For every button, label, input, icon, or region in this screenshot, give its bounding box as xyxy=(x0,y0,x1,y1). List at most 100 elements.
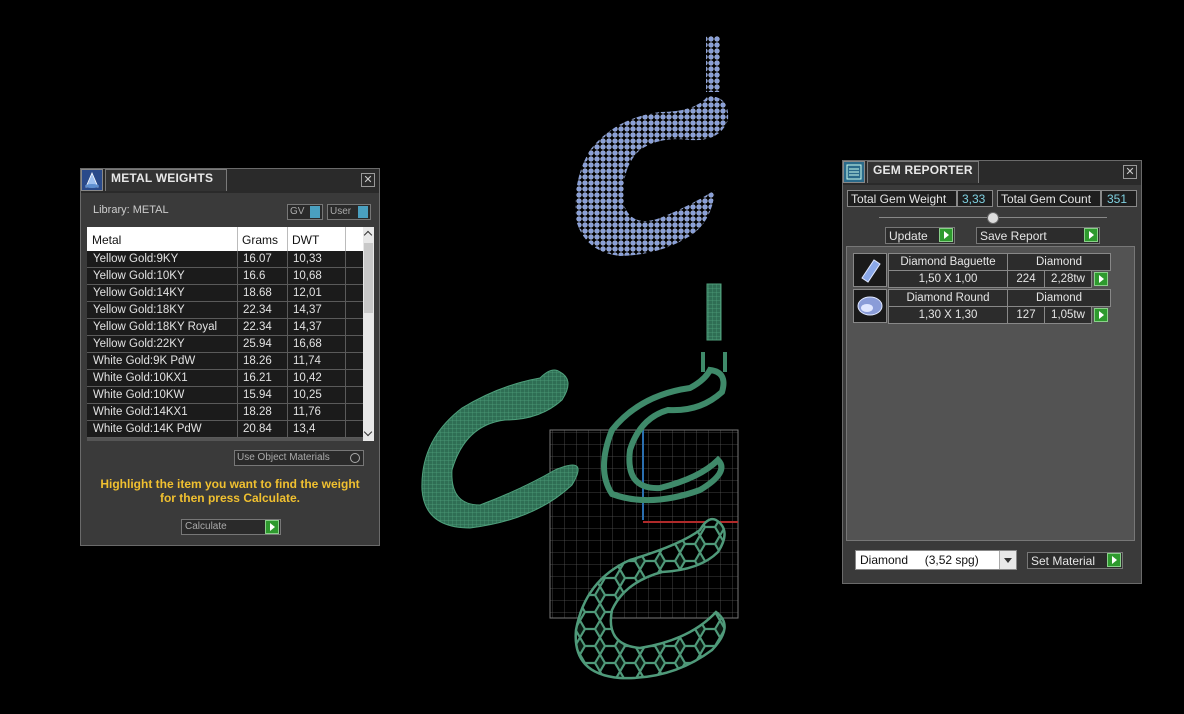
cell-grams: 18.68 xyxy=(243,287,272,299)
play-arrow-icon xyxy=(265,520,279,534)
cell-metal: Yellow Gold:10KY xyxy=(93,270,185,282)
cell-grams: 16.21 xyxy=(243,372,272,384)
cell-dwt: 10,42 xyxy=(293,372,322,384)
cell-grams: 22.34 xyxy=(243,321,272,333)
cell-grams: 18.26 xyxy=(243,355,272,367)
total-gem-count-value: 351 xyxy=(1101,190,1137,207)
update-button[interactable]: Update xyxy=(885,227,955,244)
table-row[interactable]: White Gold:10KX1 16.21 10,42 xyxy=(87,370,363,387)
play-arrow-icon[interactable] xyxy=(1094,308,1108,322)
play-arrow-icon xyxy=(1084,228,1098,242)
table-row-partial xyxy=(87,438,363,441)
dropdown-arrow-icon[interactable] xyxy=(999,551,1016,569)
rendered-pendant-model[interactable] xyxy=(575,36,729,256)
gem-reporter-title: GEM REPORTER xyxy=(873,163,973,177)
cell-grams: 25.94 xyxy=(243,338,272,350)
use-object-materials-toggle[interactable]: Use Object Materials xyxy=(234,450,364,466)
table-row[interactable]: White Gold:9K PdW 18.26 11,74 xyxy=(87,353,363,370)
table-row[interactable]: Yellow Gold:14KY 18.68 12,01 xyxy=(87,285,363,302)
cell-metal: White Gold:9K PdW xyxy=(93,355,196,367)
radio-icon xyxy=(350,453,360,463)
cell-dwt: 16,68 xyxy=(293,338,322,350)
cell-metal: White Gold:10KX1 xyxy=(93,372,188,384)
table-row[interactable]: Yellow Gold:9KY 16.07 10,33 xyxy=(87,251,363,268)
cell-dwt: 12,01 xyxy=(293,287,322,299)
metal-weights-title: METAL WEIGHTS xyxy=(111,171,214,185)
gem-material: Diamond xyxy=(1007,253,1111,271)
size-slider-handle[interactable] xyxy=(987,212,999,224)
table-row[interactable]: Yellow Gold:10KY 16.6 10,68 xyxy=(87,268,363,285)
cell-grams: 16.6 xyxy=(243,270,266,282)
library-label: Library: METAL xyxy=(93,204,169,216)
table-row[interactable]: White Gold:10KW 15.94 10,25 xyxy=(87,387,363,404)
cell-metal: Yellow Gold:14KY xyxy=(93,287,185,299)
viewport-3d[interactable] xyxy=(380,0,840,714)
cell-metal: Yellow Gold:18KY Royal xyxy=(93,321,218,333)
table-row[interactable]: Yellow Gold:18KY Royal 22.34 14,37 xyxy=(87,319,363,336)
cell-dwt: 10,25 xyxy=(293,389,322,401)
cell-metal: White Gold:10KW xyxy=(93,389,185,401)
round-gem-icon xyxy=(853,289,887,323)
gem-reporter-logo-icon xyxy=(843,161,865,183)
gem-list[interactable]: Diamond Baguette Diamond 1,50 X 1,00 224… xyxy=(846,246,1135,541)
table-row[interactable]: Yellow Gold:22KY 25.94 16,68 xyxy=(87,336,363,353)
play-arrow-icon xyxy=(1107,553,1121,567)
toggle-icon xyxy=(310,206,320,218)
baguette-gem-icon xyxy=(853,253,887,287)
scroll-thumb[interactable] xyxy=(364,243,373,313)
material-select[interactable]: Diamond (3,52 spg) xyxy=(855,550,1017,570)
save-report-button[interactable]: Save Report xyxy=(976,227,1100,244)
gem-name: Diamond Baguette xyxy=(888,253,1008,271)
gem-material: Diamond xyxy=(1007,289,1111,307)
cell-metal: Yellow Gold:18KY xyxy=(93,304,185,316)
cell-dwt: 14,37 xyxy=(293,321,322,333)
metal-table-scrollbar[interactable] xyxy=(363,227,374,441)
total-gem-weight-label-box: Total Gem Weight xyxy=(847,190,957,207)
close-icon[interactable]: ✕ xyxy=(1123,165,1137,179)
gem-size: 1,30 X 1,30 xyxy=(888,306,1008,324)
chevron-up-icon[interactable] xyxy=(363,230,373,240)
metal-weights-logo-icon xyxy=(81,169,103,191)
cell-grams: 20.84 xyxy=(243,423,272,435)
table-row[interactable]: White Gold:14K PdW 20.84 13,4 xyxy=(87,421,363,438)
cell-dwt: 10,33 xyxy=(293,253,322,265)
gem-row-baguette[interactable]: Diamond Baguette Diamond 1,50 X 1,00 224… xyxy=(853,253,1113,288)
metal-table[interactable]: Metal Grams DWT Yellow Gold:9KY 16.07 10,3… xyxy=(87,227,374,441)
total-gem-weight-value: 3,33 xyxy=(957,190,993,207)
cell-grams: 22.34 xyxy=(243,304,272,316)
user-toggle[interactable]: User xyxy=(327,204,371,220)
cell-grams: 16.07 xyxy=(243,253,272,265)
column-header-dwt[interactable]: DWT xyxy=(292,233,319,247)
gem-count: 127 xyxy=(1007,306,1045,324)
toggle-icon xyxy=(358,206,368,218)
gem-reporter-panel: GEM REPORTER ✕ Total Gem Weight 3,33 Tot… xyxy=(842,160,1142,584)
cell-dwt: 10,68 xyxy=(293,270,322,282)
table-row[interactable]: White Gold:14KX1 18.28 11,76 xyxy=(87,404,363,421)
calculate-button[interactable]: Calculate xyxy=(181,519,281,535)
metal-table-header: Metal Grams DWT xyxy=(87,227,363,251)
set-material-button[interactable]: Set Material xyxy=(1027,552,1123,569)
cell-grams: 15.94 xyxy=(243,389,272,401)
chevron-down-icon[interactable] xyxy=(363,427,373,437)
cell-dwt: 11,76 xyxy=(293,406,321,418)
play-arrow-icon[interactable] xyxy=(1094,272,1108,286)
total-gem-count-label-box: Total Gem Count xyxy=(997,190,1101,207)
gv-toggle[interactable]: GV xyxy=(287,204,323,220)
gem-row-round[interactable]: Diamond Round Diamond 1,30 X 1,30 127 1,… xyxy=(853,289,1113,324)
cell-dwt: 11,74 xyxy=(293,355,321,367)
gem-weight: 2,28tw xyxy=(1044,270,1092,288)
gem-size: 1,50 X 1,00 xyxy=(888,270,1008,288)
cell-grams: 18.28 xyxy=(243,406,272,418)
metal-weights-panel: METAL WEIGHTS ✕ Library: METAL GV User M… xyxy=(80,168,380,546)
close-icon[interactable]: ✕ xyxy=(361,173,375,187)
cell-metal: Yellow Gold:9KY xyxy=(93,253,179,265)
gem-count: 224 xyxy=(1007,270,1045,288)
gem-weight: 1,05tw xyxy=(1044,306,1092,324)
column-header-grams[interactable]: Grams xyxy=(242,233,278,247)
table-row[interactable]: Yellow Gold:18KY 22.34 14,37 xyxy=(87,302,363,319)
play-arrow-icon xyxy=(939,228,953,242)
cell-metal: Yellow Gold:22KY xyxy=(93,338,185,350)
gem-name: Diamond Round xyxy=(888,289,1008,307)
cell-metal: White Gold:14KX1 xyxy=(93,406,188,418)
column-header-metal[interactable]: Metal xyxy=(92,233,121,247)
